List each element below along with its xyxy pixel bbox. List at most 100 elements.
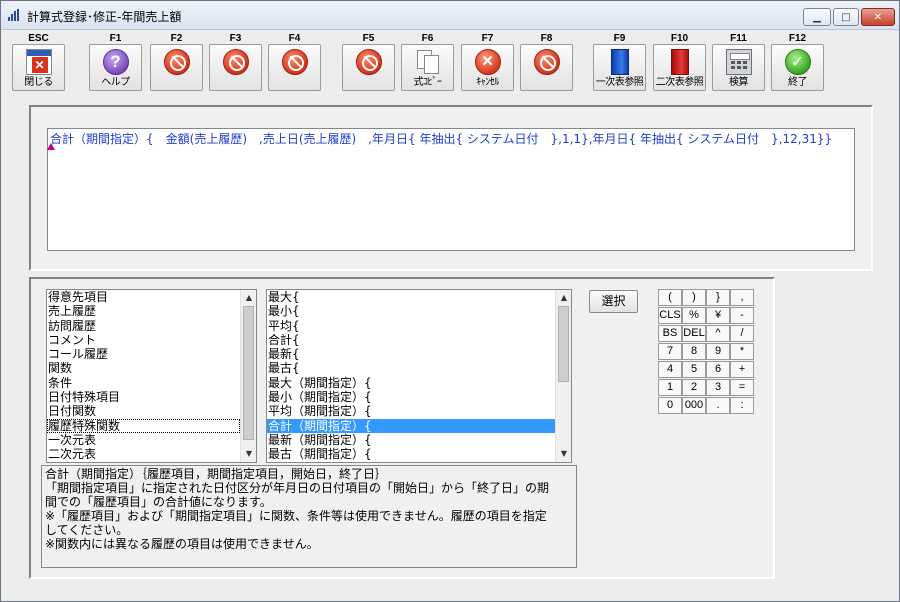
keypad-key[interactable]: BS: [658, 325, 682, 342]
primary-table-ref-button[interactable]: 一次表参照: [593, 44, 646, 91]
keypad-key[interactable]: DEL: [682, 325, 706, 342]
category-list-item[interactable]: 日付特殊項目: [47, 390, 240, 404]
function-list-item[interactable]: 最大{: [267, 290, 555, 304]
category-list-item[interactable]: 訪問履歴: [47, 319, 240, 333]
category-scrollbar[interactable]: ▲ ▼: [240, 290, 256, 462]
keypad-key[interactable]: ¥: [706, 307, 730, 324]
keypad-key[interactable]: }: [706, 289, 730, 306]
keypad-key[interactable]: ,: [730, 289, 754, 306]
keypad-key[interactable]: (: [658, 289, 682, 306]
close-button[interactable]: ✕ 閉じる: [12, 44, 65, 91]
disabled-icon: [533, 49, 560, 75]
function-list-item[interactable]: 最大（期間指定）{: [267, 376, 555, 390]
description-line: してください。: [45, 523, 129, 537]
keypad-key[interactable]: :: [730, 397, 754, 414]
keypad-key[interactable]: 4: [658, 361, 682, 378]
function-list-item[interactable]: 合計{: [267, 333, 555, 347]
keypad-key[interactable]: 000: [682, 397, 706, 414]
function-list-item[interactable]: 最小（期間指定）{: [267, 390, 555, 404]
category-list-item[interactable]: 売上履歴: [47, 304, 240, 318]
scroll-down-icon[interactable]: ▼: [241, 446, 256, 462]
keypad-key[interactable]: CLS: [658, 307, 682, 324]
check-icon: ✓: [784, 49, 811, 75]
description-line: 間での「履歴項目」の合計値になります。: [45, 495, 272, 509]
copy-formula-button[interactable]: 式ｺﾋﾟｰ: [401, 44, 454, 91]
category-list-item[interactable]: 日付関数: [47, 404, 240, 418]
scroll-thumb[interactable]: [243, 306, 254, 440]
keypad-key[interactable]: 9: [706, 343, 730, 360]
fkey-label: F1: [109, 33, 122, 44]
fkey-label: F11: [730, 33, 747, 44]
keypad-key[interactable]: ): [682, 289, 706, 306]
function-list-item[interactable]: 最新（期間指定）{: [267, 433, 555, 447]
select-button[interactable]: 選択: [589, 290, 638, 313]
keypad-key[interactable]: 5: [682, 361, 706, 378]
fkey-f1: F1 ? ヘルプ: [89, 33, 142, 91]
maximize-button[interactable]: □: [833, 8, 859, 26]
f8-button[interactable]: [520, 44, 573, 91]
finish-button[interactable]: ✓ 終了: [771, 44, 824, 91]
cancel-button[interactable]: ✕ ｷｬﾝｾﾙ: [461, 44, 514, 91]
keypad-key[interactable]: ^: [706, 325, 730, 342]
function-list-item[interactable]: 最古{: [267, 361, 555, 375]
scroll-down-icon[interactable]: ▼: [556, 446, 571, 462]
category-list-item[interactable]: 履歴特殊関数: [47, 418, 240, 433]
keypad-key[interactable]: 6: [706, 361, 730, 378]
fkey-label: F2: [170, 33, 183, 44]
keypad-key[interactable]: *: [730, 343, 754, 360]
function-list-item[interactable]: 平均（期間指定）{: [267, 404, 555, 418]
function-list-item[interactable]: 合計（期間指定）{: [267, 418, 555, 433]
function-list-item[interactable]: 最新{: [267, 347, 555, 361]
keypad-key[interactable]: /: [730, 325, 754, 342]
minimize-button[interactable]: ▁: [803, 8, 831, 26]
f4-button[interactable]: [268, 44, 321, 91]
scroll-up-icon[interactable]: ▲: [241, 290, 256, 306]
keypad-key[interactable]: 7: [658, 343, 682, 360]
category-list-item[interactable]: 一次元表: [47, 433, 240, 447]
title-bar: 計算式登録･修正-年間売上額 ▁ □ ✕: [1, 1, 899, 30]
keypad-key[interactable]: .: [706, 397, 730, 414]
keypad-key[interactable]: =: [730, 379, 754, 396]
function-list-item[interactable]: 最古（期間指定）{: [267, 447, 555, 461]
category-list[interactable]: 得意先項目 売上履歴 訪問履歴 コメント コール履歴 関数 条件 日付特殊項目 日付関数 履歴特殊…: [46, 289, 257, 463]
f2-button[interactable]: [150, 44, 203, 91]
cursor-marker-icon: [47, 143, 55, 150]
scroll-thumb[interactable]: [558, 306, 569, 382]
function-list-item[interactable]: 最小{: [267, 304, 555, 318]
fkey-f4: F4: [268, 33, 321, 91]
category-list-item[interactable]: 条件: [47, 376, 240, 390]
description-line: ※「履歴項目」および「期間指定項目」に関数、条件等は使用できません。履歴の項目を…: [45, 509, 547, 523]
keypad-key[interactable]: -: [730, 307, 754, 324]
function-scrollbar[interactable]: ▲ ▼: [555, 290, 571, 462]
category-list-item[interactable]: 得意先項目: [47, 290, 240, 304]
fkey-f12: F12 ✓ 終了: [771, 33, 824, 91]
scroll-up-icon[interactable]: ▲: [556, 290, 571, 306]
verify-button[interactable]: 検算: [712, 44, 765, 91]
fkey-f6: F6 式ｺﾋﾟｰ: [401, 33, 454, 91]
description-line: 「期間指定項目」に指定された日付区分が年月日の日付項目の「開始日」から「終了日」…: [45, 481, 550, 495]
fkey-caption: 二次表参照: [655, 77, 704, 88]
fkey-f11: F11 検算: [712, 33, 765, 91]
keypad-key[interactable]: 8: [682, 343, 706, 360]
category-list-item[interactable]: 二次元表: [47, 447, 240, 461]
keypad-key[interactable]: +: [730, 361, 754, 378]
fkey-f9: F9 一次表参照: [593, 33, 646, 91]
fkey-caption: ヘルプ: [101, 77, 130, 88]
keypad-key[interactable]: 2: [682, 379, 706, 396]
keypad-key[interactable]: 0: [658, 397, 682, 414]
formula-input[interactable]: 合計（期間指定）{ 金額(売上履歴) ,売上日(売上履歴) ,年月日{ 年抽出{…: [47, 128, 855, 251]
category-list-item[interactable]: 関数: [47, 361, 240, 375]
f5-button[interactable]: [342, 44, 395, 91]
keypad-key[interactable]: %: [682, 307, 706, 324]
function-list[interactable]: 最大{最小{平均{合計{最新{最古{最大（期間指定）{最小（期間指定）{平均（期…: [266, 289, 572, 463]
disabled-icon: [163, 49, 190, 75]
help-button[interactable]: ? ヘルプ: [89, 44, 142, 91]
f3-button[interactable]: [209, 44, 262, 91]
close-window-button[interactable]: ✕: [861, 8, 895, 26]
secondary-table-ref-button[interactable]: 二次表参照: [653, 44, 706, 91]
category-list-item[interactable]: コメント: [47, 333, 240, 347]
keypad-key[interactable]: 3: [706, 379, 730, 396]
keypad-key[interactable]: 1: [658, 379, 682, 396]
category-list-item[interactable]: コール履歴: [47, 347, 240, 361]
function-list-item[interactable]: 平均{: [267, 319, 555, 333]
